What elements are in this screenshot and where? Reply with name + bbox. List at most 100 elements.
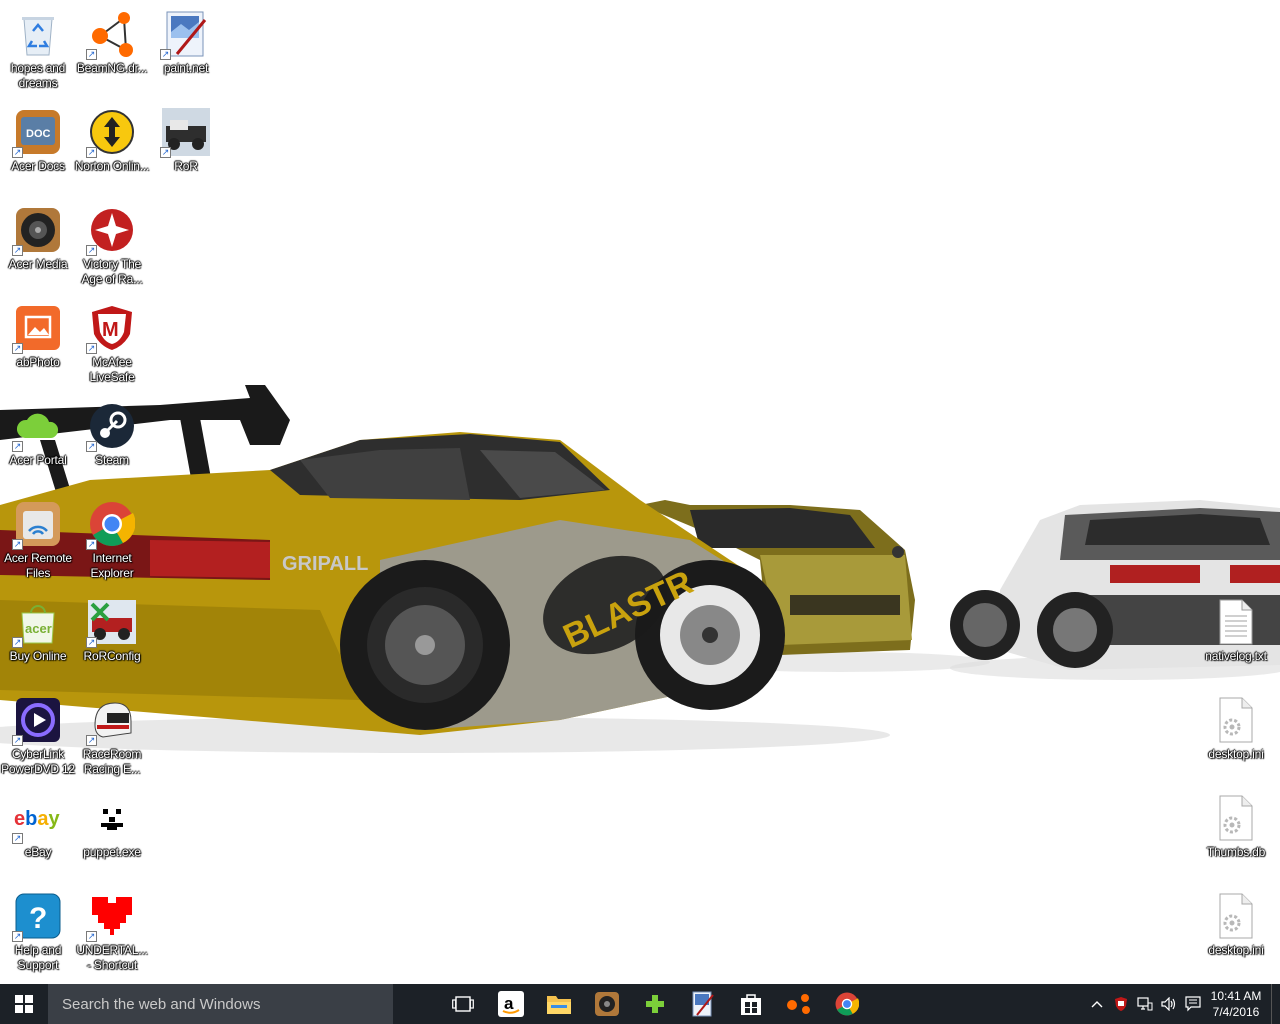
icon-label: UNDERTAL... - Shortcut [76, 943, 148, 972]
taskbar-app-paintnet[interactable] [679, 984, 727, 1024]
taskbar-app-store[interactable] [727, 984, 775, 1024]
desktop-icon-thumbs-db[interactable]: Thumbs.db [1198, 788, 1274, 880]
show-desktop-button[interactable] [1271, 984, 1280, 1024]
volume-tray-button[interactable] [1157, 984, 1181, 1024]
desktop-icon-undertale[interactable]: ↗ UNDERTAL... - Shortcut [74, 886, 150, 978]
icon-label: Internet Explorer [90, 551, 134, 580]
taskbar-app-media[interactable] [583, 984, 631, 1024]
speaker-icon: ↗ [12, 206, 62, 256]
settings-file-icon [1212, 696, 1260, 744]
desktop-icon-puppet[interactable]: puppet.exe [74, 788, 150, 880]
desktop-icon-recycle-bin[interactable]: hopes and dreams [0, 4, 76, 96]
shopping-bag-icon: acer ↗ [12, 598, 62, 648]
paintnet-icon: ↗ [160, 10, 210, 60]
amazon-icon: a [498, 991, 524, 1017]
icon-label: Acer Media [8, 257, 68, 271]
desktop-icon-help-and-support[interactable]: ? ↗ Help and Support [0, 886, 76, 978]
task-view-button[interactable] [439, 984, 487, 1024]
icon-label: Acer Docs [11, 159, 65, 173]
svg-text:a: a [504, 994, 514, 1013]
svg-text:acer: acer [25, 621, 52, 636]
norton-icon: ↗ [86, 108, 136, 158]
network-icon [1137, 997, 1153, 1011]
desktop-icon-victory[interactable]: ↗ Victory The Age of Ra... [74, 200, 150, 292]
clock[interactable]: 10:41 AM 7/4/2016 [1205, 988, 1267, 1020]
desktop-icon-acer-portal[interactable]: ↗ Acer Portal [0, 396, 76, 488]
taskbar-app-beamng[interactable] [775, 984, 823, 1024]
task-view-icon [452, 996, 474, 1012]
icon-label: CyberLink PowerDVD 12 [1, 747, 75, 776]
icon-label: puppet.exe [83, 845, 141, 859]
cloud-icon: ↗ [12, 402, 62, 452]
icon-label: eBay [24, 845, 52, 859]
taskbar-app-file-explorer[interactable] [535, 984, 583, 1024]
recycle-bin-icon [14, 10, 62, 58]
media-icon [595, 992, 619, 1016]
ror-icon: ↗ [160, 108, 210, 158]
settings-file-icon [1212, 892, 1260, 940]
desktop-icon-acer-remote-files[interactable]: ↗ Acer Remote Files [0, 494, 76, 586]
icon-label: BeamNG.dr... [76, 61, 148, 75]
clock-time: 10:41 AM [1210, 989, 1262, 1003]
puppet-icon [88, 794, 136, 842]
icon-label: RoRConfig [83, 649, 141, 663]
desktop-icon-buy-online[interactable]: acer ↗ Buy Online [0, 592, 76, 684]
icon-label: Buy Online [9, 649, 67, 663]
windows-logo-icon [15, 995, 33, 1013]
desktop-icon-nativelog[interactable]: nativelog.txt [1198, 592, 1274, 684]
show-hidden-icons-button[interactable] [1085, 984, 1109, 1024]
icon-label: desktop.ini [1208, 747, 1264, 761]
beamng-icon: ↗ [86, 10, 136, 60]
beamng-icon [787, 994, 810, 1014]
search-box[interactable] [48, 984, 393, 1024]
text-file-icon [1212, 598, 1260, 646]
desktop-icon-desktop-ini-1[interactable]: desktop.ini [1198, 690, 1274, 782]
victory-icon: ↗ [86, 206, 136, 256]
desktop-icon-paintnet[interactable]: ↗ paint.net [148, 4, 224, 96]
icon-label: Help and Support [14, 943, 62, 972]
desktop-icon-raceroom[interactable]: ↗ RaceRoom Racing E... [74, 690, 150, 782]
plus-icon [646, 995, 664, 1013]
desktop-icon-ebay[interactable]: ebay ↗ eBay [0, 788, 76, 880]
taskbar-app-plus[interactable] [631, 984, 679, 1024]
desktop-icon-acer-media[interactable]: ↗ Acer Media [0, 200, 76, 292]
desktop-icon-internet-explorer[interactable]: ↗ Internet Explorer [74, 494, 150, 586]
ror-config-icon: ↗ [86, 598, 136, 648]
paintnet-icon [692, 991, 714, 1017]
icon-label: paint.net [163, 61, 209, 75]
chrome-icon [835, 992, 859, 1016]
action-center-icon [1185, 996, 1201, 1012]
icon-label: nativelog.txt [1205, 649, 1267, 663]
svg-text:?: ? [29, 902, 47, 935]
remote-files-icon: ↗ [12, 500, 62, 550]
svg-text:DOC: DOC [26, 128, 51, 140]
desktop-icon-mcafee[interactable]: M ↗ McAfee LiveSafe [74, 298, 150, 390]
security-tray-button[interactable] [1109, 984, 1133, 1024]
network-tray-button[interactable] [1133, 984, 1157, 1024]
clock-date: 7/4/2016 [1212, 1005, 1260, 1019]
taskbar-app-chrome[interactable] [823, 984, 871, 1024]
desktop-icon-steam[interactable]: ↗ Steam [74, 396, 150, 488]
start-button[interactable] [0, 984, 48, 1024]
acer-docs-icon: DOC ↗ [12, 108, 62, 158]
icon-label: Acer Portal [9, 453, 67, 467]
helmet-icon: ↗ [86, 696, 136, 746]
gripall-decal: GRIPALL [282, 553, 368, 575]
powerdvd-icon: ↗ [12, 696, 62, 746]
action-center-tray-button[interactable] [1181, 984, 1205, 1024]
desktop-icon-rorconfig[interactable]: ↗ RoRConfig [74, 592, 150, 684]
desktop-icon-norton[interactable]: ↗ Norton Onlin... [74, 102, 150, 194]
desktop-icon-beamng[interactable]: ↗ BeamNG.dr... [74, 4, 150, 96]
steam-icon: ↗ [86, 402, 136, 452]
taskbar-app-amazon[interactable]: a [487, 984, 535, 1024]
desktop-icon-powerdvd[interactable]: ↗ CyberLink PowerDVD 12 [0, 690, 76, 782]
store-icon [741, 994, 761, 1015]
mcafee-icon: M ↗ [86, 304, 136, 354]
desktop-icon-abphoto[interactable]: ↗ abPhoto [0, 298, 76, 390]
search-input[interactable] [60, 994, 384, 1014]
desktop-icon-ror[interactable]: ↗ RoR [148, 102, 224, 194]
desktop-icon-desktop-ini-2[interactable]: desktop.ini [1198, 886, 1274, 978]
system-tray: 10:41 AM 7/4/2016 [1085, 984, 1280, 1024]
icon-label: Steam [95, 453, 129, 467]
desktop-icon-acer-docs[interactable]: DOC ↗ Acer Docs [0, 102, 76, 194]
